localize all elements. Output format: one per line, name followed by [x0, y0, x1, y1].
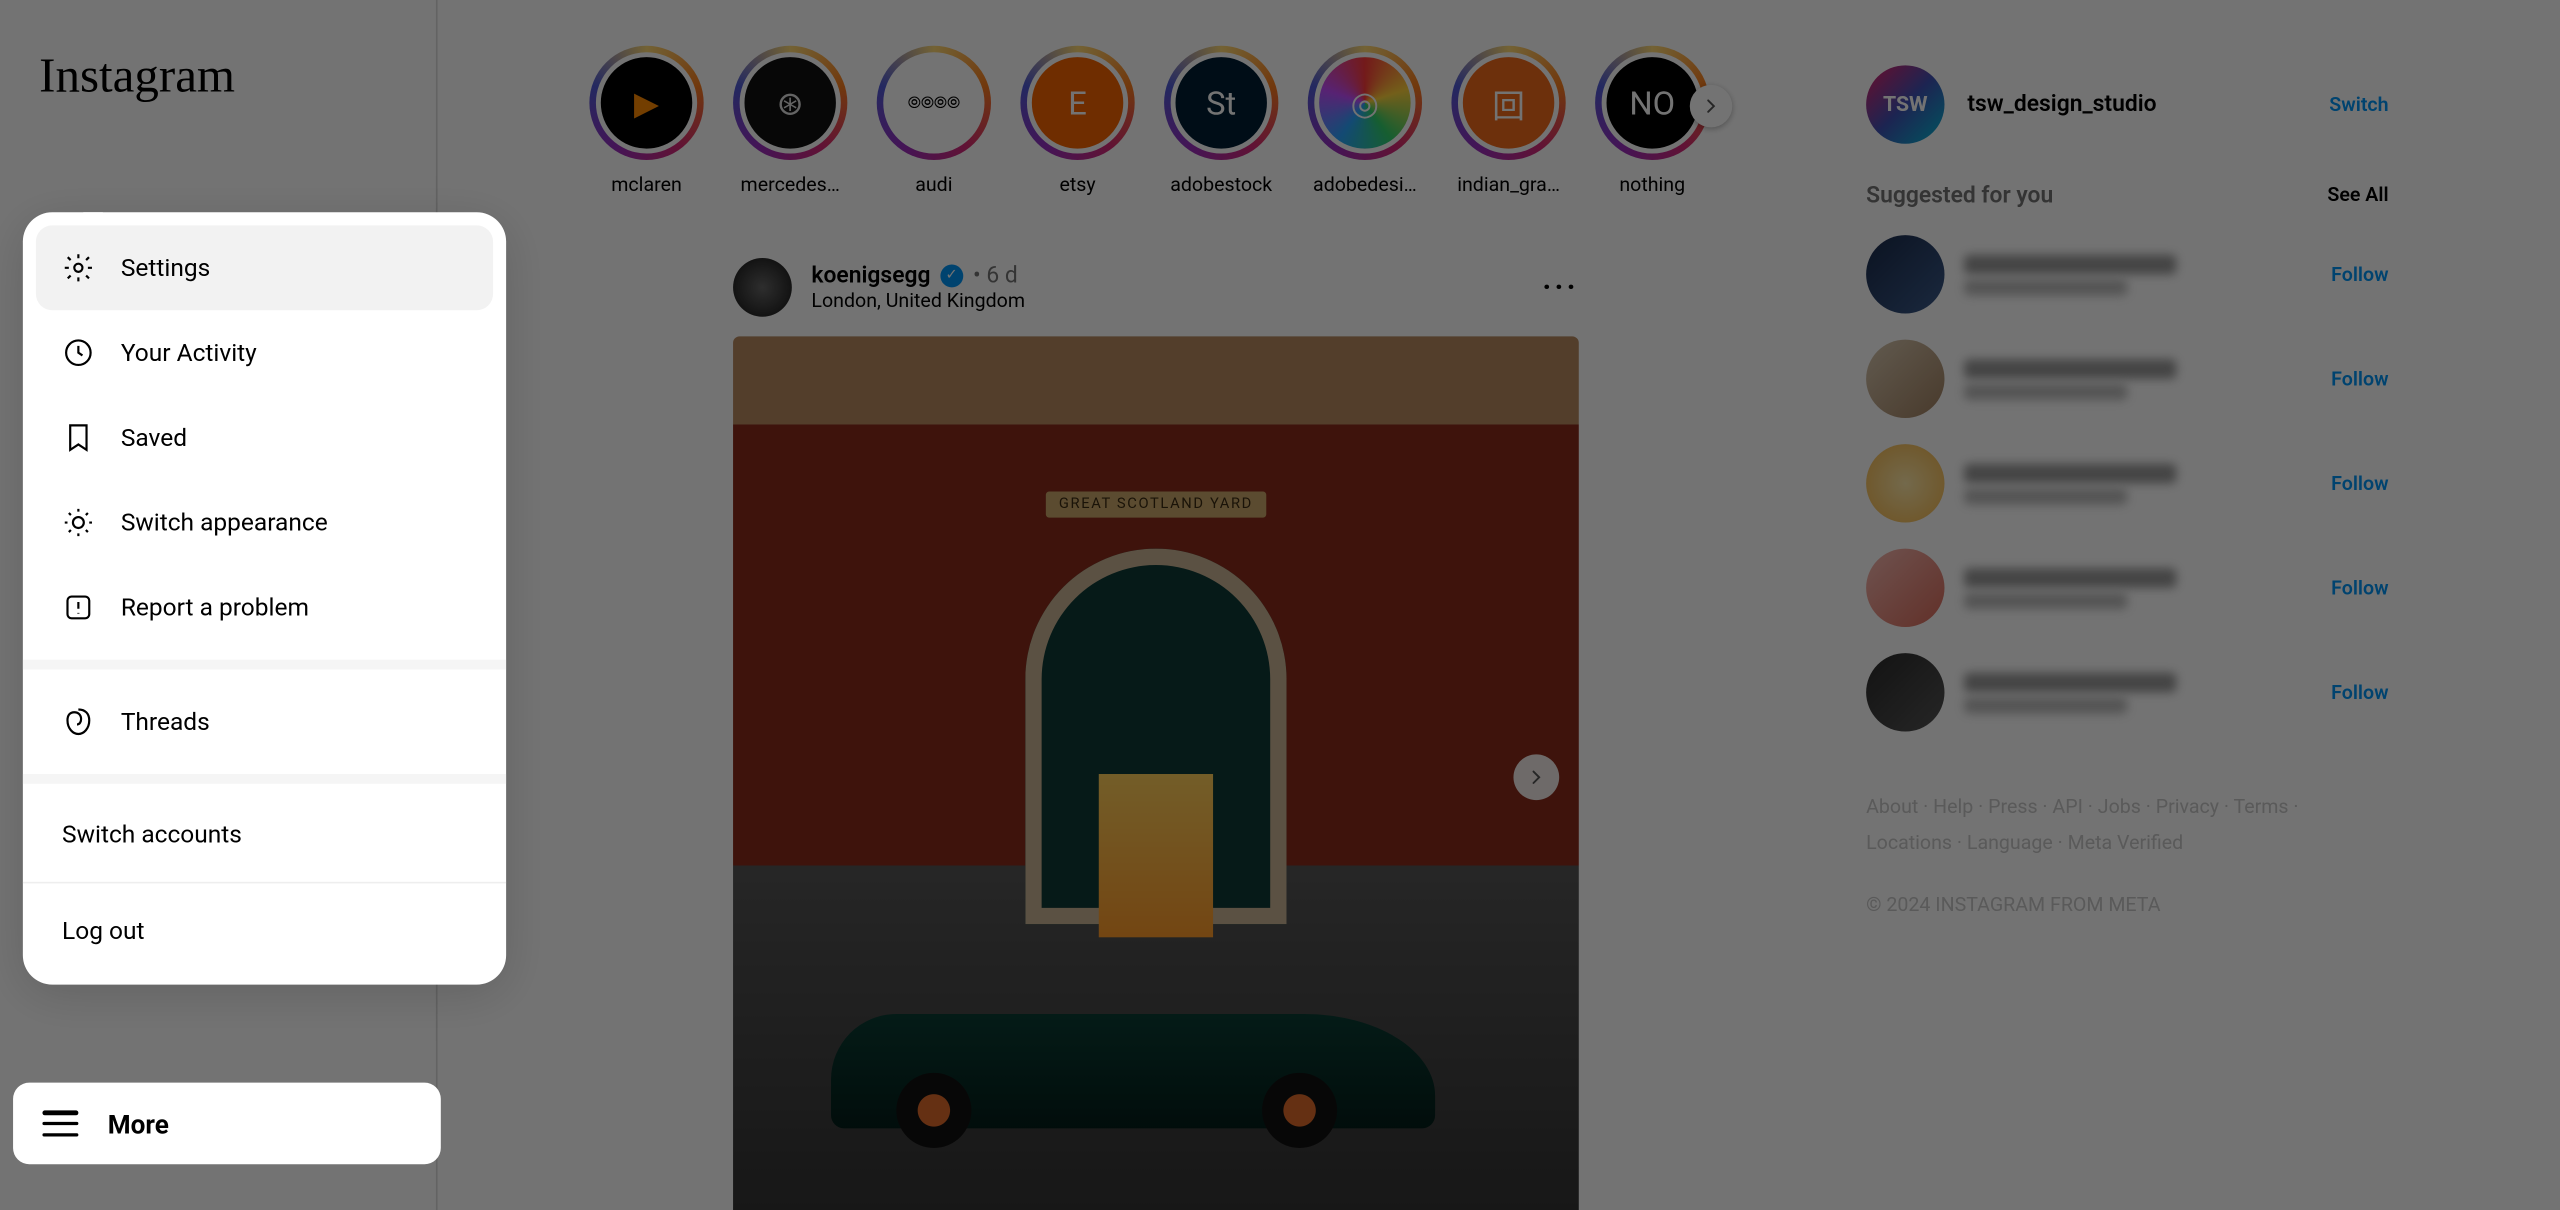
menu-settings[interactable]: Settings: [36, 225, 493, 310]
footer-link[interactable]: API: [2052, 795, 2082, 818]
story-item[interactable]: ⦾⦾⦾⦾audi: [880, 46, 988, 196]
menu-log-out[interactable]: Log out: [36, 890, 493, 972]
menu-your-activity[interactable]: Your Activity: [36, 310, 493, 395]
menu-switch-accounts[interactable]: Switch accounts: [36, 794, 493, 876]
current-user-avatar[interactable]: TSW: [1866, 65, 1944, 143]
story-label: adobedesi…: [1313, 173, 1417, 196]
suggested-user-row: Follow: [1866, 549, 2388, 627]
story-item[interactable]: ◎adobedesi…: [1311, 46, 1419, 196]
footer-link[interactable]: Help: [1933, 795, 1973, 818]
threads-icon: [62, 705, 95, 738]
feed-post: koenigsegg ✓ • 6 d London, United Kingdo…: [733, 245, 1579, 1210]
footer-link[interactable]: Privacy: [2156, 795, 2219, 818]
footer-link[interactable]: Language: [1967, 830, 2053, 853]
gear-icon: [62, 251, 95, 284]
follow-link[interactable]: Follow: [2331, 367, 2388, 390]
story-label: mercedes…: [741, 173, 840, 196]
footer-links: About · Help · Press · API · Jobs · Priv…: [1866, 790, 2388, 861]
bookmark-icon: [62, 421, 95, 454]
suggested-avatar[interactable]: [1866, 444, 1944, 522]
menu-your-activity-label: Your Activity: [121, 338, 257, 367]
follow-link[interactable]: Follow: [2331, 681, 2388, 704]
suggested-avatar[interactable]: [1866, 653, 1944, 731]
suggested-user-row: Follow: [1866, 653, 2388, 731]
building-sign-text: GREAT SCOTLAND YARD: [1046, 492, 1266, 518]
suggested-username-blur: [1964, 254, 2176, 274]
suggested-subtext-blur: [1964, 278, 2127, 294]
suggested-title: Suggested for you: [1866, 183, 2053, 209]
stories-tray: ▶mclaren ⊛mercedes… ⦾⦾⦾⦾audi Eetsy Stadobest…: [593, 46, 1720, 196]
story-item[interactable]: ⊛mercedes…: [736, 46, 844, 196]
post-more-button[interactable]: ···: [1542, 270, 1578, 304]
story-label: indian_gra…: [1457, 173, 1560, 196]
menu-saved-label: Saved: [121, 423, 187, 452]
report-icon: [62, 591, 95, 624]
suggested-subtext-blur: [1964, 696, 2127, 712]
story-item[interactable]: Eetsy: [1024, 46, 1132, 196]
menu-threads-label: Threads: [121, 707, 210, 736]
post-author-avatar[interactable]: [733, 258, 792, 317]
more-menu-popup: Settings Your Activity Saved Switch appe…: [23, 212, 506, 984]
suggested-username-blur: [1964, 672, 2176, 692]
main-content: ▶mclaren ⊛mercedes… ⦾⦾⦾⦾audi Eetsy Stadobest…: [438, 0, 2560, 1210]
menu-report-problem[interactable]: Report a problem: [36, 565, 493, 650]
footer-link[interactable]: Jobs: [2098, 795, 2141, 818]
suggested-username-blur: [1964, 358, 2176, 378]
menu-settings-label: Settings: [121, 253, 210, 282]
story-item[interactable]: 回indian_gra…: [1455, 46, 1563, 196]
menu-report-problem-label: Report a problem: [121, 593, 309, 622]
verified-badge-icon: ✓: [940, 265, 963, 288]
menu-saved[interactable]: Saved: [36, 395, 493, 480]
suggested-avatar[interactable]: [1866, 340, 1944, 418]
instagram-logo[interactable]: Instagram: [39, 49, 436, 105]
suggested-avatar[interactable]: [1866, 235, 1944, 313]
post-username[interactable]: koenigsegg: [811, 263, 930, 289]
suggested-subtext-blur: [1964, 383, 2127, 399]
suggested-subtext-blur: [1964, 487, 2127, 503]
follow-link[interactable]: Follow: [2331, 576, 2388, 599]
story-label: mclaren: [611, 173, 682, 196]
follow-link[interactable]: Follow: [2331, 472, 2388, 495]
suggested-username-blur: [1964, 463, 2176, 483]
footer-link[interactable]: Meta Verified: [2068, 830, 2184, 853]
suggested-avatar[interactable]: [1866, 549, 1944, 627]
see-all-link[interactable]: See All: [2327, 183, 2388, 209]
menu-log-out-label: Log out: [62, 916, 144, 945]
switch-account-link[interactable]: Switch: [2329, 93, 2388, 116]
footer-link[interactable]: Locations: [1866, 830, 1952, 853]
stories-next-button[interactable]: [1690, 85, 1732, 127]
menu-switch-accounts-label: Switch accounts: [62, 820, 242, 849]
post-time: • 6 d: [973, 263, 1018, 289]
footer-link[interactable]: Press: [1988, 795, 2037, 818]
menu-switch-appearance[interactable]: Switch appearance: [36, 480, 493, 565]
post-location[interactable]: London, United Kingdom: [811, 289, 1025, 312]
more-button[interactable]: More: [13, 1083, 441, 1165]
story-item[interactable]: NOnothing: [1598, 46, 1706, 196]
hamburger-icon: [42, 1110, 78, 1136]
story-item[interactable]: Stadobestock: [1167, 46, 1275, 196]
current-user-username[interactable]: tsw_design_studio: [1967, 91, 2156, 117]
more-button-label: More: [108, 1108, 169, 1139]
post-image[interactable]: GREAT SCOTLAND YARD: [733, 336, 1579, 1210]
suggested-user-row: Follow: [1866, 340, 2388, 418]
activity-icon: [62, 336, 95, 369]
follow-link[interactable]: Follow: [2331, 263, 2388, 286]
story-label: audi: [915, 173, 952, 196]
right-sidebar: TSW tsw_design_studio Switch Suggested f…: [1866, 65, 2388, 916]
sun-icon: [62, 506, 95, 539]
suggested-user-row: Follow: [1866, 235, 2388, 313]
story-label: nothing: [1619, 173, 1685, 196]
story-label: etsy: [1059, 173, 1095, 196]
suggested-subtext-blur: [1964, 592, 2127, 608]
menu-threads[interactable]: Threads: [36, 679, 493, 764]
suggested-username-blur: [1964, 567, 2176, 587]
footer-link[interactable]: About: [1866, 795, 1918, 818]
suggested-user-row: Follow: [1866, 444, 2388, 522]
story-label: adobestock: [1170, 173, 1272, 196]
post-next-image-button[interactable]: [1513, 754, 1559, 800]
menu-switch-appearance-label: Switch appearance: [121, 508, 328, 537]
story-item[interactable]: ▶mclaren: [593, 46, 701, 196]
footer-link[interactable]: Terms: [2233, 795, 2288, 818]
copyright-text: © 2024 INSTAGRAM FROM META: [1866, 894, 2388, 917]
